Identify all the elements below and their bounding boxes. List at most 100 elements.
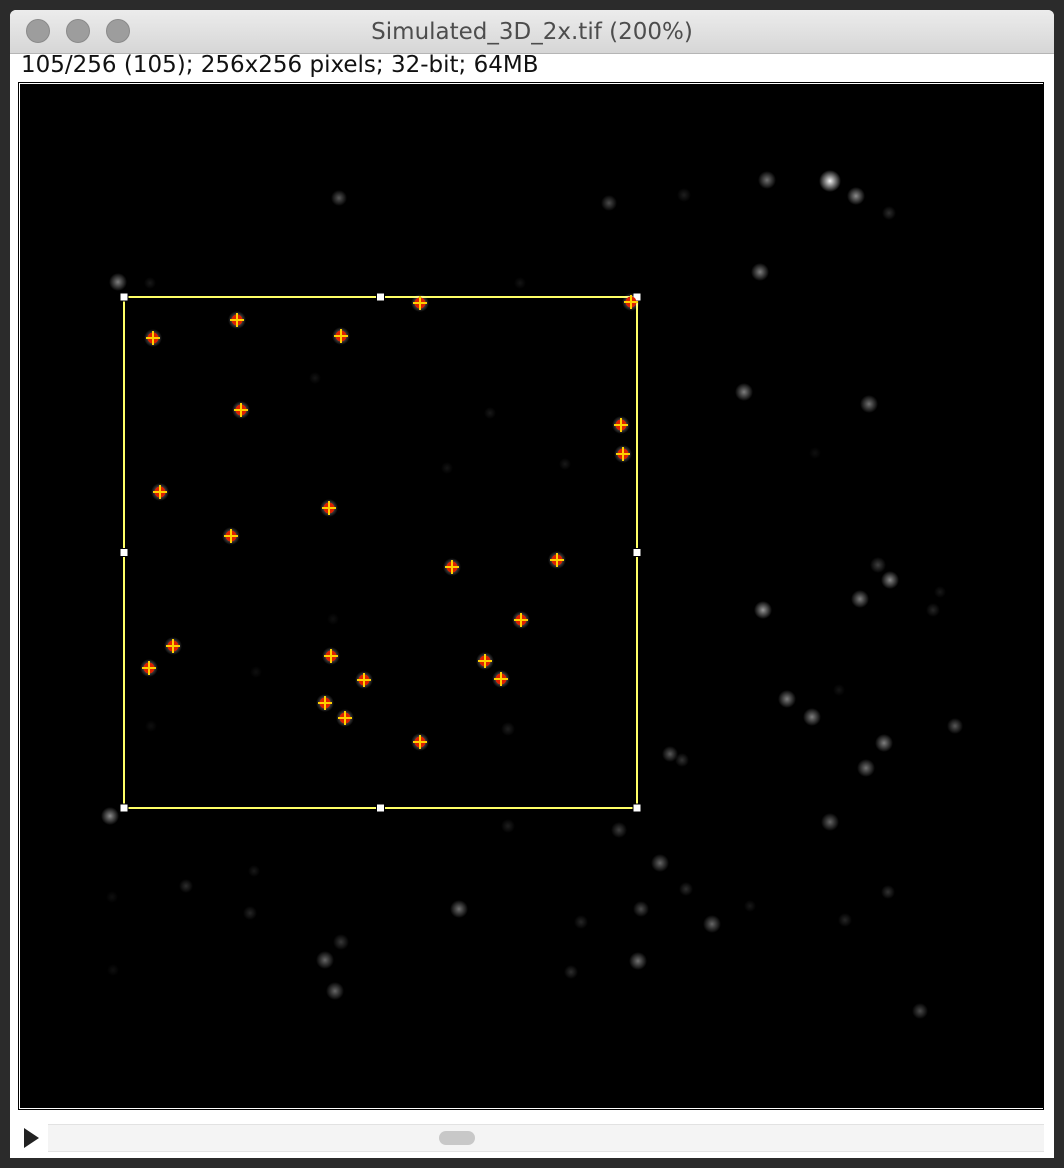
point-marker bbox=[151, 483, 169, 501]
fluorescent-spot bbox=[744, 900, 756, 912]
fluorescent-spot bbox=[316, 951, 334, 969]
fluorescent-spot bbox=[441, 462, 453, 474]
fluorescent-spot bbox=[754, 601, 772, 619]
play-icon[interactable] bbox=[24, 1128, 39, 1148]
fluorescent-spot bbox=[611, 822, 627, 838]
point-marker bbox=[411, 733, 429, 751]
point-marker bbox=[512, 611, 530, 629]
fluorescent-spot bbox=[501, 819, 515, 833]
fluorescent-spot bbox=[248, 865, 260, 877]
fluorescent-spot bbox=[947, 718, 963, 734]
fluorescent-spot bbox=[106, 891, 118, 903]
point-marker bbox=[411, 294, 429, 312]
fluorescent-spot bbox=[633, 901, 649, 917]
fluorescent-spot bbox=[250, 666, 262, 678]
fluorescent-spot bbox=[450, 900, 468, 918]
point-marker bbox=[322, 647, 340, 665]
roi-handle[interactable] bbox=[376, 803, 385, 813]
roi-handle[interactable] bbox=[119, 548, 129, 557]
fluorescent-spot bbox=[331, 190, 347, 206]
fluorescent-spot bbox=[881, 571, 899, 589]
point-marker bbox=[228, 311, 246, 329]
fluorescent-spot bbox=[751, 263, 769, 281]
fluorescent-spot bbox=[651, 854, 669, 872]
fluorescent-spot bbox=[934, 586, 946, 598]
fluorescent-spot bbox=[838, 913, 852, 927]
point-marker bbox=[476, 652, 494, 670]
point-marker bbox=[140, 659, 158, 677]
fluorescent-spot bbox=[857, 759, 875, 777]
fluorescent-spot bbox=[559, 458, 571, 470]
fluorescent-spot bbox=[144, 277, 156, 289]
fluorescent-spot bbox=[860, 395, 878, 413]
fluorescent-spot bbox=[926, 603, 940, 617]
image-svg[interactable] bbox=[20, 84, 1044, 1108]
point-marker bbox=[316, 694, 334, 712]
roi-handle[interactable] bbox=[632, 803, 642, 813]
fluorescent-spot bbox=[803, 708, 821, 726]
fluorescent-spot bbox=[501, 722, 515, 736]
point-marker bbox=[336, 709, 354, 727]
point-marker bbox=[614, 445, 632, 463]
roi-handle[interactable] bbox=[632, 548, 642, 557]
fluorescent-spot bbox=[145, 720, 157, 732]
slice-scrollbar-track[interactable] bbox=[48, 1124, 1044, 1152]
fluorescent-spot bbox=[833, 684, 845, 696]
title-bar[interactable]: Simulated_3D_2x.tif (200%) bbox=[10, 10, 1054, 54]
fluorescent-spot bbox=[574, 915, 588, 929]
point-marker bbox=[443, 558, 461, 576]
stack-slider-bar bbox=[10, 1116, 1054, 1158]
fluorescent-spot bbox=[107, 964, 119, 976]
point-marker bbox=[492, 670, 510, 688]
fluorescent-spot bbox=[564, 965, 578, 979]
point-marker bbox=[232, 401, 250, 419]
roi-handle[interactable] bbox=[119, 292, 129, 302]
roi-rectangle[interactable] bbox=[119, 292, 642, 813]
fluorescent-spot bbox=[679, 882, 693, 896]
point-marker bbox=[164, 637, 182, 655]
fluorescent-spot bbox=[629, 952, 647, 970]
fluorescent-spot bbox=[912, 1003, 928, 1019]
image-info-line: 105/256 (105); 256x256 pixels; 32-bit; 6… bbox=[21, 52, 539, 78]
fluorescent-spot bbox=[179, 879, 193, 893]
fluorescent-spot bbox=[484, 407, 496, 419]
fluorescent-spot bbox=[778, 690, 796, 708]
fluorescent-spot bbox=[309, 372, 321, 384]
fluorescent-spot bbox=[851, 590, 869, 608]
fluorescent-spot bbox=[703, 915, 721, 933]
fluorescent-spot bbox=[327, 613, 339, 625]
point-marker bbox=[144, 329, 162, 347]
fluorescent-spot bbox=[109, 273, 127, 291]
fluorescent-spot bbox=[326, 982, 344, 1000]
fluorescent-spot bbox=[101, 807, 119, 825]
point-marker bbox=[222, 527, 240, 545]
fluorescent-spot bbox=[675, 753, 689, 767]
fluorescent-spot bbox=[881, 885, 895, 899]
fluorescent-spot bbox=[870, 557, 886, 573]
fluorescent-spot bbox=[821, 813, 839, 831]
slice-scrollbar-thumb[interactable] bbox=[439, 1131, 475, 1145]
point-marker bbox=[612, 416, 630, 434]
fluorescent-spot bbox=[875, 734, 893, 752]
fluorescent-spot bbox=[847, 187, 865, 205]
point-marker bbox=[355, 671, 373, 689]
fluorescent-spot bbox=[819, 170, 841, 192]
fluorescent-spot bbox=[333, 934, 349, 950]
point-markers-layer bbox=[140, 293, 640, 751]
point-marker bbox=[548, 551, 566, 569]
fluorescent-spot bbox=[601, 195, 617, 211]
point-marker bbox=[332, 327, 350, 345]
fluorescent-spot bbox=[758, 171, 776, 189]
image-window: Simulated_3D_2x.tif (200%) 105/256 (105)… bbox=[10, 10, 1054, 1158]
point-marker bbox=[622, 293, 640, 311]
fluorescent-spot bbox=[735, 383, 753, 401]
window-title: Simulated_3D_2x.tif (200%) bbox=[371, 19, 693, 45]
fluorescent-spot bbox=[677, 188, 691, 202]
roi-handle[interactable] bbox=[376, 292, 385, 302]
point-marker bbox=[320, 499, 338, 517]
fluorescent-spot bbox=[514, 277, 526, 289]
roi-handle[interactable] bbox=[119, 803, 129, 813]
image-canvas[interactable] bbox=[20, 84, 1044, 1108]
fluorescent-spot bbox=[243, 906, 257, 920]
fluorescent-spot bbox=[809, 447, 821, 459]
